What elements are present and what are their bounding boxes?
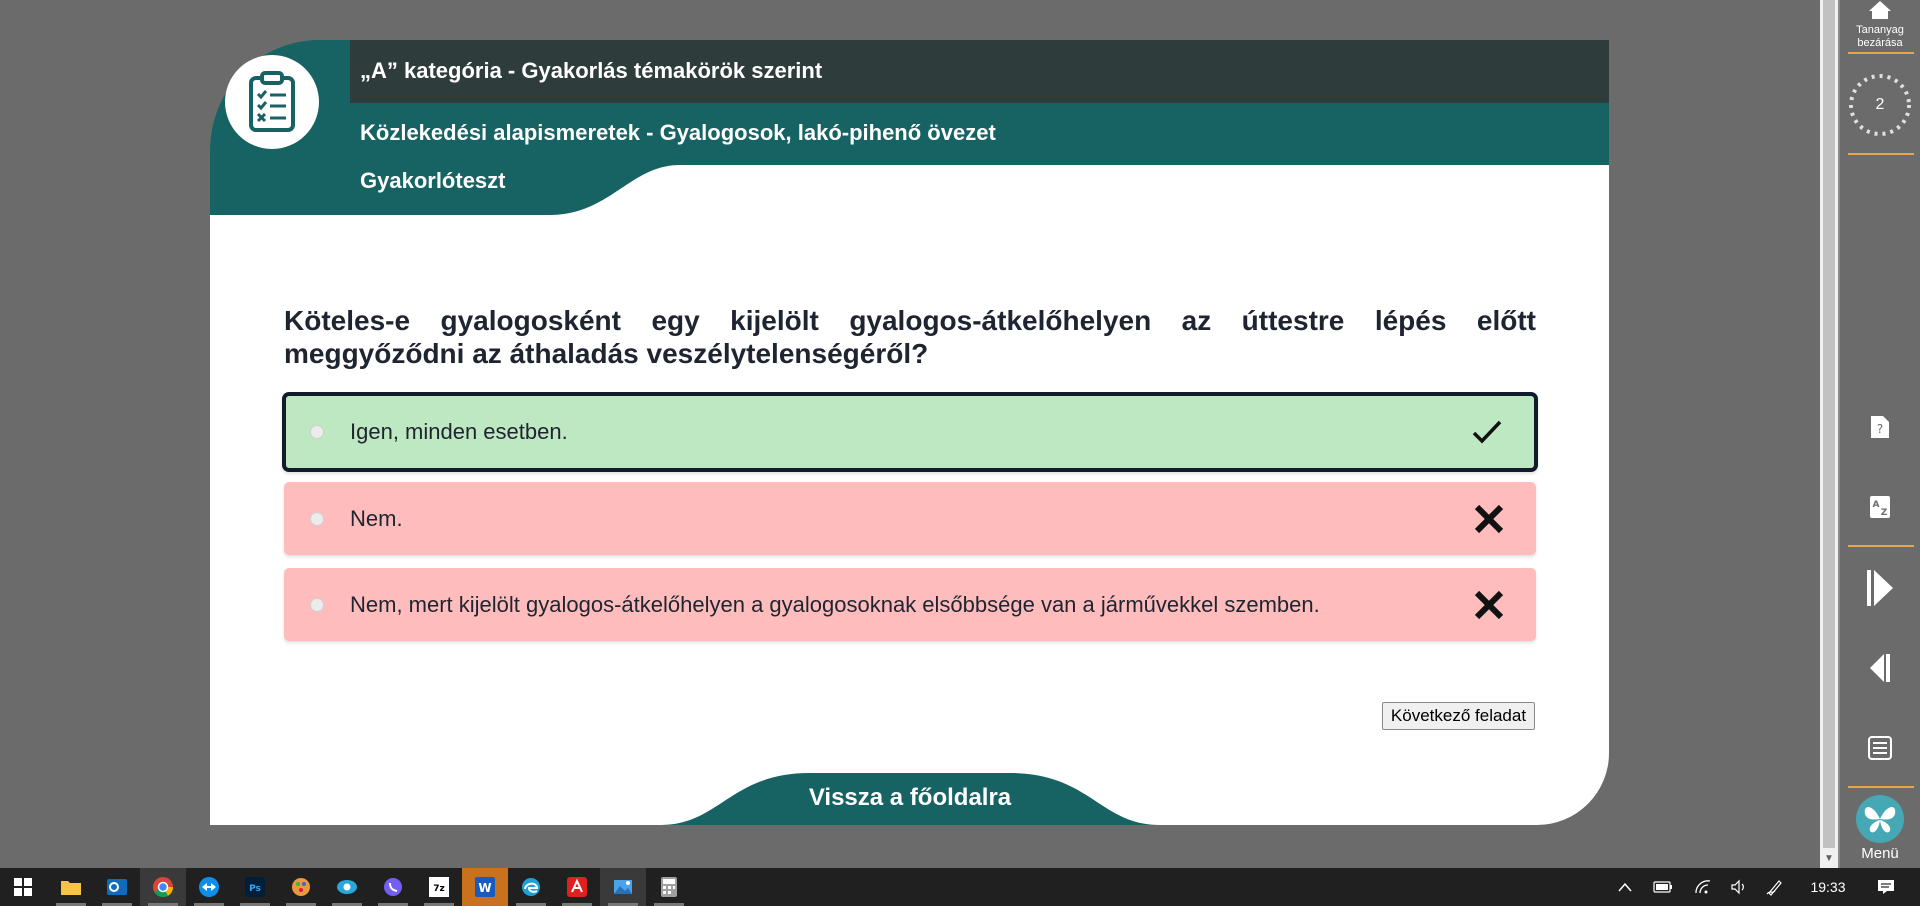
list-icon[interactable] bbox=[1840, 734, 1920, 762]
answer-option-1[interactable]: Igen, minden esetben. bbox=[282, 392, 1538, 472]
answer-option-3[interactable]: Nem, mert kijelölt gyalogos-átkelőhelyen… bbox=[284, 568, 1536, 641]
separator bbox=[1848, 153, 1914, 155]
test-type-label: Gyakorlóteszt bbox=[360, 168, 506, 193]
radio-button[interactable] bbox=[310, 425, 324, 439]
windows-start-icon[interactable] bbox=[0, 868, 46, 906]
help-document-icon[interactable]: ? bbox=[1840, 412, 1920, 442]
eye-app-icon[interactable] bbox=[324, 868, 370, 906]
scrollbar-thumb[interactable] bbox=[1823, 0, 1835, 848]
network-icon[interactable] bbox=[1688, 868, 1718, 906]
question-text: Köteles-e gyalogosként egy kijelölt gyal… bbox=[284, 305, 1536, 369]
acrobat-icon[interactable] bbox=[554, 868, 600, 906]
progress-counter: 2 bbox=[1875, 96, 1885, 113]
tray-chevron-up-icon[interactable] bbox=[1612, 868, 1638, 906]
course-category-title: „A” kategória - Gyakorlás témakörök szer… bbox=[360, 58, 823, 83]
windows-taskbar: Ps 7z W 19:33 bbox=[0, 868, 1920, 906]
teamviewer-icon[interactable] bbox=[186, 868, 232, 906]
menu-label[interactable]: Menü bbox=[1840, 845, 1920, 862]
separator bbox=[1848, 545, 1914, 547]
paint-palette-icon[interactable] bbox=[278, 868, 324, 906]
battery-icon[interactable] bbox=[1648, 868, 1678, 906]
next-task-button[interactable]: Következő feladat bbox=[1382, 702, 1535, 730]
right-side-panel: Tananyag bezárása 2 ? A Z Menü bbox=[1840, 0, 1920, 868]
next-page-icon[interactable] bbox=[1840, 566, 1920, 610]
back-home-button[interactable]: Vissza a főoldalra bbox=[660, 773, 1160, 825]
scroll-down-arrow-icon[interactable]: ▼ bbox=[1820, 850, 1838, 868]
speaker-icon[interactable] bbox=[1724, 868, 1754, 906]
viber-icon[interactable] bbox=[370, 868, 416, 906]
close-course-label[interactable]: Tananyag bezárása bbox=[1840, 24, 1920, 50]
answer-option-2[interactable]: Nem. bbox=[284, 482, 1536, 555]
checkmark-icon bbox=[1472, 420, 1502, 444]
outlook-icon[interactable] bbox=[94, 868, 140, 906]
clock-time: 19:33 bbox=[1810, 879, 1846, 895]
svg-text:Ps: Ps bbox=[249, 884, 261, 894]
page-scrollbar[interactable]: ▼ bbox=[1820, 0, 1838, 868]
calculator-icon[interactable] bbox=[646, 868, 692, 906]
dictionary-icon[interactable]: A Z bbox=[1840, 492, 1920, 522]
cross-icon bbox=[1474, 504, 1504, 533]
svg-text:7z: 7z bbox=[433, 884, 445, 894]
edge-icon[interactable] bbox=[508, 868, 554, 906]
answer-text: Igen, minden esetben. bbox=[350, 419, 568, 444]
back-home-label: Vissza a főoldalra bbox=[808, 784, 1012, 811]
radio-button[interactable] bbox=[310, 511, 324, 526]
word-icon[interactable]: W bbox=[462, 868, 508, 906]
notifications-icon[interactable] bbox=[1866, 868, 1906, 906]
previous-page-icon[interactable] bbox=[1840, 650, 1920, 686]
answer-text: Nem, mert kijelölt gyalogos-átkelőhelyen… bbox=[350, 591, 1320, 617]
lesson-card: Vissza a főoldalra „A” kategória - Gyako… bbox=[210, 40, 1609, 825]
svg-text:Z: Z bbox=[1881, 508, 1888, 518]
clipboard-checklist-icon bbox=[225, 55, 319, 149]
topic-title: Közlekedési alapismeretek - Gyalogosok, … bbox=[360, 120, 996, 145]
cross-icon bbox=[1474, 590, 1504, 619]
svg-text:W: W bbox=[478, 881, 491, 895]
radio-button[interactable] bbox=[310, 597, 324, 612]
answer-text: Nem. bbox=[350, 505, 403, 531]
clock[interactable]: 19:33 bbox=[1798, 868, 1858, 906]
file-explorer-icon[interactable] bbox=[48, 868, 94, 906]
paint-icon[interactable] bbox=[600, 868, 646, 906]
7zip-icon[interactable]: 7z bbox=[416, 868, 462, 906]
home-icon[interactable] bbox=[1840, 0, 1920, 20]
separator bbox=[1848, 786, 1914, 788]
butterfly-logo-icon[interactable] bbox=[1840, 794, 1920, 844]
photoshop-icon[interactable]: Ps bbox=[232, 868, 278, 906]
chrome-icon[interactable] bbox=[140, 868, 186, 906]
pen-input-icon[interactable] bbox=[1760, 868, 1790, 906]
svg-text:?: ? bbox=[1877, 422, 1883, 436]
svg-text:A: A bbox=[1873, 500, 1880, 510]
separator bbox=[1848, 52, 1914, 54]
